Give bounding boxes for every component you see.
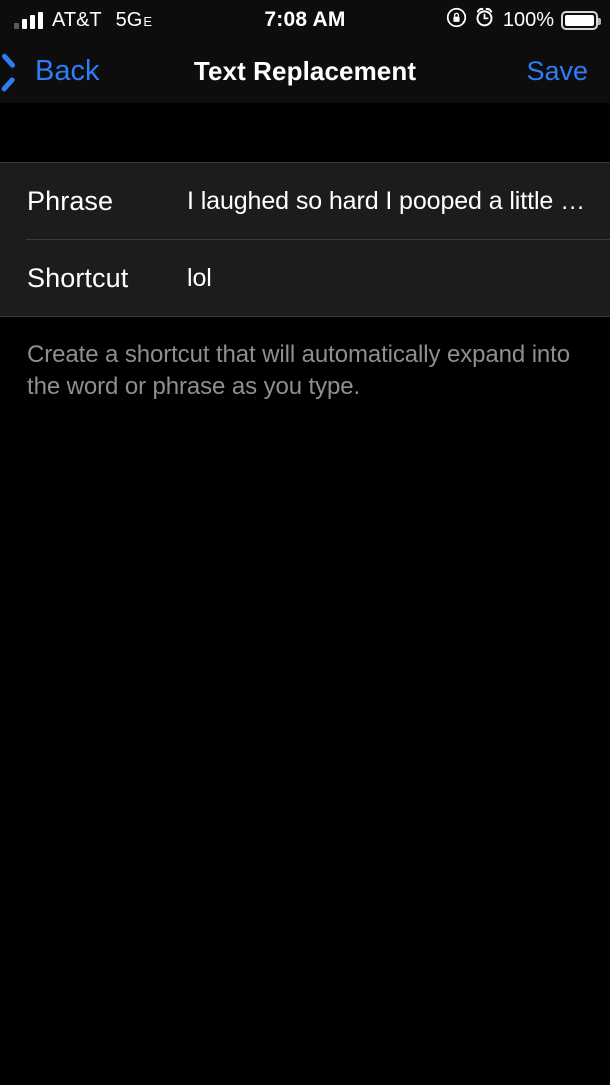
phrase-label: Phrase [27, 185, 114, 216]
save-button[interactable]: Save [526, 58, 588, 85]
phrase-input[interactable]: I laughed so hard I pooped a little bit. [187, 187, 592, 216]
phone-screen: AT&T 5G E 7:08 AM 100% Back Text Replace… [0, 0, 610, 1085]
page-title: Text Replacement [193, 56, 417, 86]
content-area: Phrase I laughed so hard I pooped a litt… [0, 103, 610, 403]
status-bar: AT&T 5G E 7:08 AM 100% [0, 0, 610, 40]
phrase-row[interactable]: Phrase I laughed so hard I pooped a litt… [0, 163, 610, 239]
text-replacement-form: Phrase I laughed so hard I pooped a litt… [0, 162, 610, 317]
shortcut-input[interactable]: lol [187, 264, 592, 293]
form-footer-note: Create a shortcut that will automaticall… [27, 341, 570, 400]
battery-percentage: 100% [502, 8, 554, 31]
rotation-lock-icon [446, 7, 467, 33]
shortcut-row[interactable]: Shortcut lol [0, 240, 610, 316]
battery-full-icon [561, 10, 601, 30]
content-top-spacer [0, 103, 610, 162]
clock-time: 7:08 AM [264, 8, 346, 31]
alarm-clock-icon [474, 7, 495, 33]
shortcut-label: Shortcut [27, 262, 129, 293]
status-bar-right: 100% [446, 0, 601, 40]
navigation-bar: Back Text Replacement Save [0, 40, 610, 103]
